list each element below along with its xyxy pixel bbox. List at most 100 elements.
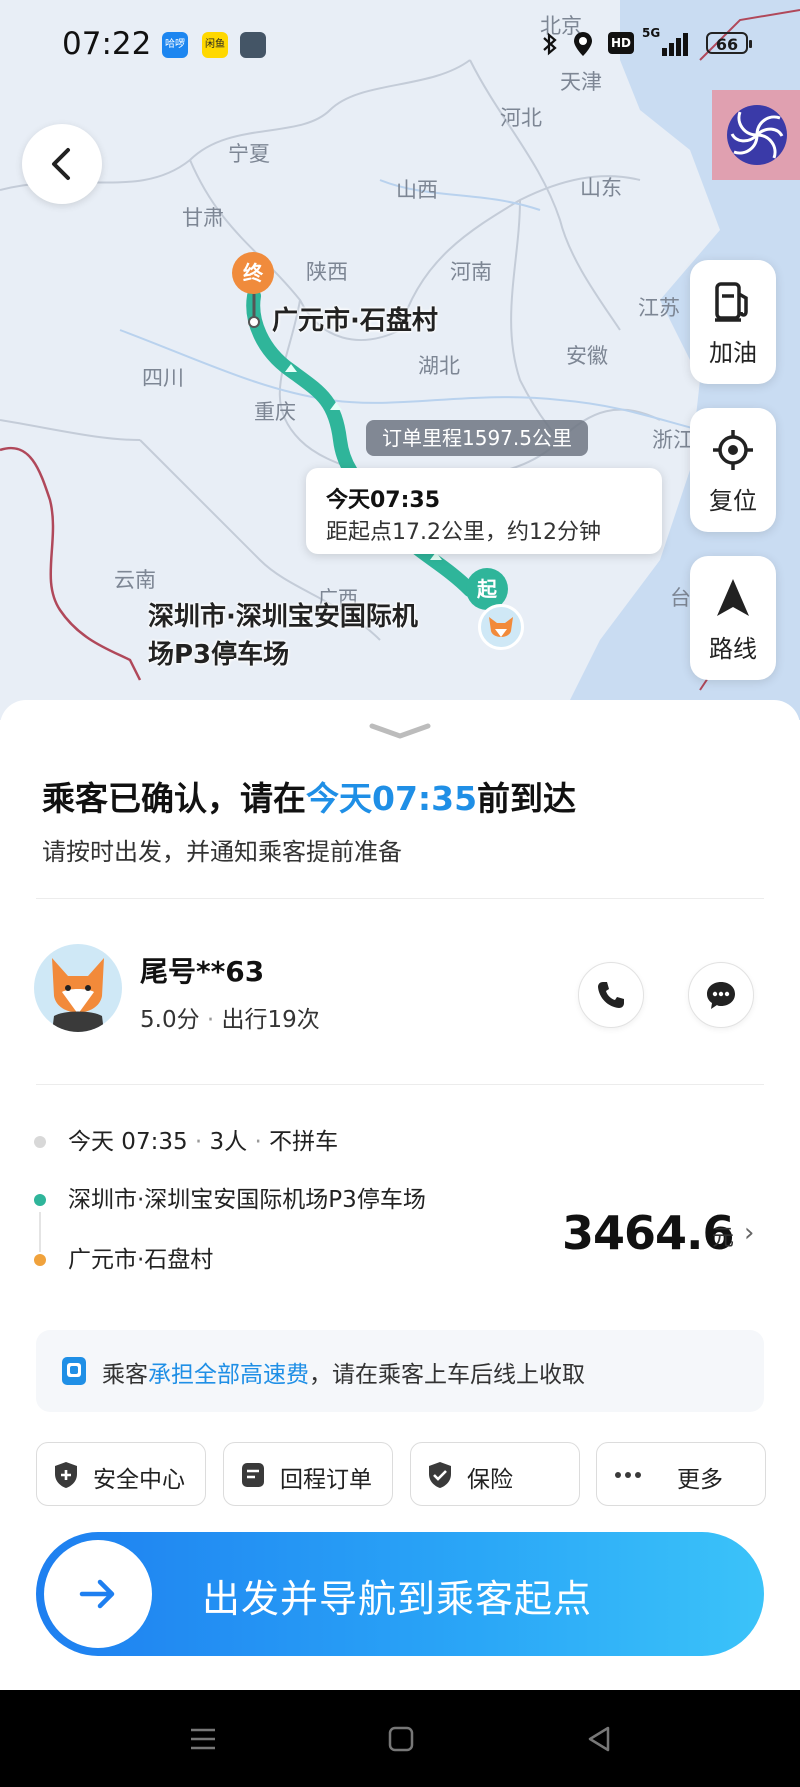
notice-prefix: 乘客 bbox=[102, 1362, 148, 1388]
order-status-headline: 乘客已确认，请在今天07:35前到达 bbox=[42, 772, 576, 820]
separator-dot: · bbox=[206, 1007, 215, 1033]
map-label-ningxia: 宁夏 bbox=[228, 142, 270, 166]
location-icon bbox=[574, 32, 592, 56]
order-bottom-sheet: 乘客已确认，请在今天07:35前到达 请按时出发，并通知乘客提前准备 尾号**6… bbox=[0, 700, 800, 1690]
document-list-icon bbox=[242, 1463, 264, 1487]
route-label: 路线 bbox=[709, 635, 757, 663]
map-label-hebei: 河北 bbox=[500, 106, 542, 130]
passenger-avatar[interactable] bbox=[34, 944, 122, 1032]
trip-destination[interactable]: 广元市·石盘村 bbox=[68, 1240, 213, 1274]
origin-label-line2: 场P3停车场 bbox=[148, 640, 290, 670]
navigation-arrow-icon bbox=[717, 579, 749, 616]
map-label-chongqing: 重庆 bbox=[254, 400, 296, 424]
route-button[interactable]: 路线 bbox=[690, 556, 776, 680]
system-navigation-bar bbox=[0, 1690, 800, 1787]
insurance-button[interactable]: 保险 bbox=[410, 1442, 580, 1506]
map-label-hubei: 湖北 bbox=[418, 354, 460, 378]
time-dot bbox=[34, 1136, 46, 1148]
fox-avatar-icon bbox=[489, 617, 513, 637]
chevron-left-icon bbox=[52, 148, 70, 180]
recenter-button[interactable]: 复位 bbox=[690, 408, 776, 532]
toll-receipt-icon bbox=[62, 1357, 86, 1385]
map-label-jiangsu: 江苏 bbox=[638, 296, 680, 320]
phone-icon bbox=[598, 982, 624, 1008]
map-label-taiwan: 台 bbox=[670, 586, 691, 610]
destination-marker[interactable]: 终 bbox=[232, 252, 274, 294]
network-type: 5G bbox=[642, 26, 661, 40]
hd-icon: HD bbox=[608, 32, 634, 54]
order-price[interactable]: 3464.6 bbox=[562, 1206, 735, 1260]
map-label-anhui: 安徽 bbox=[566, 344, 608, 368]
trip-origin[interactable]: 深圳市·深圳宝安国际机场P3停车场 bbox=[68, 1180, 426, 1214]
map-label-yunnan: 云南 bbox=[114, 568, 156, 592]
toll-notice: 乘客承担全部高速费，请在乘客上车后线上收取 bbox=[36, 1330, 764, 1412]
fuel-pump-icon bbox=[715, 282, 748, 322]
crosshair-icon bbox=[713, 430, 753, 470]
bluetooth-icon bbox=[543, 32, 557, 56]
back-button[interactable] bbox=[22, 124, 102, 204]
chevron-right-icon[interactable]: › bbox=[744, 1218, 754, 1248]
refuel-button[interactable]: 加油 bbox=[690, 260, 776, 384]
map-label-henan: 河南 bbox=[450, 260, 492, 284]
destination-label: 广元市·石盘村 bbox=[272, 306, 438, 336]
recenter-label: 复位 bbox=[709, 487, 757, 515]
origin-label-line1: 深圳市·深圳宝安国际机 bbox=[148, 602, 418, 632]
eta-time: 今天07:35 bbox=[326, 488, 441, 513]
map-label-shandong: 山东 bbox=[580, 176, 622, 200]
divider bbox=[36, 898, 764, 899]
toll-fee-link[interactable]: 承担全部高速费 bbox=[148, 1362, 309, 1388]
status-time: 07:22 bbox=[62, 26, 152, 62]
order-status-subline: 请按时出发，并通知乘客提前准备 bbox=[42, 838, 402, 866]
app-thumbnail-icon bbox=[240, 32, 266, 58]
map-view[interactable]: 北京 天津 河北 宁夏 山西 山东 甘肃 陕西 河南 江苏 四川 湖北 安徽 重… bbox=[0, 0, 800, 720]
call-passenger-button[interactable] bbox=[578, 962, 644, 1028]
depart-navigate-button[interactable]: 出发并导航到乘客起点 bbox=[36, 1532, 764, 1656]
separator-dot: · bbox=[254, 1129, 262, 1155]
chat-bubble-icon bbox=[707, 982, 735, 1009]
battery-indicator: 66 bbox=[706, 32, 752, 54]
passenger-name: 尾号**63 bbox=[140, 955, 265, 988]
map-label-shaanxi: 陕西 bbox=[306, 260, 348, 284]
headline-suffix: 前到达 bbox=[477, 779, 577, 818]
home-icon[interactable] bbox=[386, 1724, 416, 1754]
separator-dot: · bbox=[194, 1129, 203, 1155]
passenger-location-avatar[interactable] bbox=[478, 604, 524, 650]
safety-center-label: 安全中心 bbox=[93, 1467, 185, 1493]
pinwheel-icon bbox=[727, 105, 787, 165]
eta-detail: 距起点17.2公里，约12分钟 bbox=[326, 520, 601, 545]
divider bbox=[36, 1084, 764, 1085]
fox-avatar-icon bbox=[52, 958, 104, 1032]
signal-icon bbox=[662, 33, 688, 56]
safety-center-button[interactable]: 安全中心 bbox=[36, 1442, 206, 1506]
return-order-button[interactable]: 回程订单 bbox=[223, 1442, 393, 1506]
origin-dot bbox=[34, 1194, 46, 1206]
more-dots-icon bbox=[615, 1472, 641, 1478]
passenger-trip-count: 出行19次 bbox=[221, 1007, 320, 1033]
map-label-shanxi: 山西 bbox=[396, 178, 438, 202]
refuel-label: 加油 bbox=[709, 339, 757, 367]
trip-summary: 今天 07:35 · 3人 · 不拼车 bbox=[68, 1122, 338, 1156]
route-connector bbox=[39, 1212, 41, 1252]
insurance-label: 保险 bbox=[467, 1467, 513, 1493]
hellobike-app-icon: 哈啰 bbox=[162, 32, 188, 58]
trip-carpool: 不拼车 bbox=[269, 1129, 339, 1155]
map-label-sichuan: 四川 bbox=[142, 366, 184, 390]
notice-suffix: ，请在乘客上车后线上收取 bbox=[309, 1362, 585, 1388]
headline-prefix: 乘客已确认，请在 bbox=[42, 779, 306, 818]
depart-navigate-label: 出发并导航到乘客起点 bbox=[202, 1577, 593, 1621]
more-label: 更多 bbox=[677, 1467, 723, 1493]
arrow-right-icon bbox=[79, 1579, 115, 1609]
passenger-meta: 5.0分 · 出行19次 bbox=[140, 1000, 320, 1034]
return-order-label: 回程订单 bbox=[280, 1467, 372, 1493]
menu-icon[interactable] bbox=[188, 1724, 218, 1754]
shield-plus-icon bbox=[55, 1462, 77, 1488]
sheet-collapse-handle[interactable] bbox=[368, 722, 432, 742]
message-passenger-button[interactable] bbox=[688, 962, 754, 1028]
floating-widget[interactable] bbox=[712, 90, 800, 180]
more-button[interactable]: 更多 bbox=[596, 1442, 766, 1506]
map-label-zhejiang: 浙江 bbox=[652, 428, 694, 452]
map-label-gansu: 甘肃 bbox=[182, 206, 224, 230]
trip-time: 今天 07:35 bbox=[68, 1129, 188, 1155]
headline-arrival-time: 今天07:35 bbox=[306, 779, 478, 818]
back-triangle-icon[interactable] bbox=[584, 1724, 614, 1754]
